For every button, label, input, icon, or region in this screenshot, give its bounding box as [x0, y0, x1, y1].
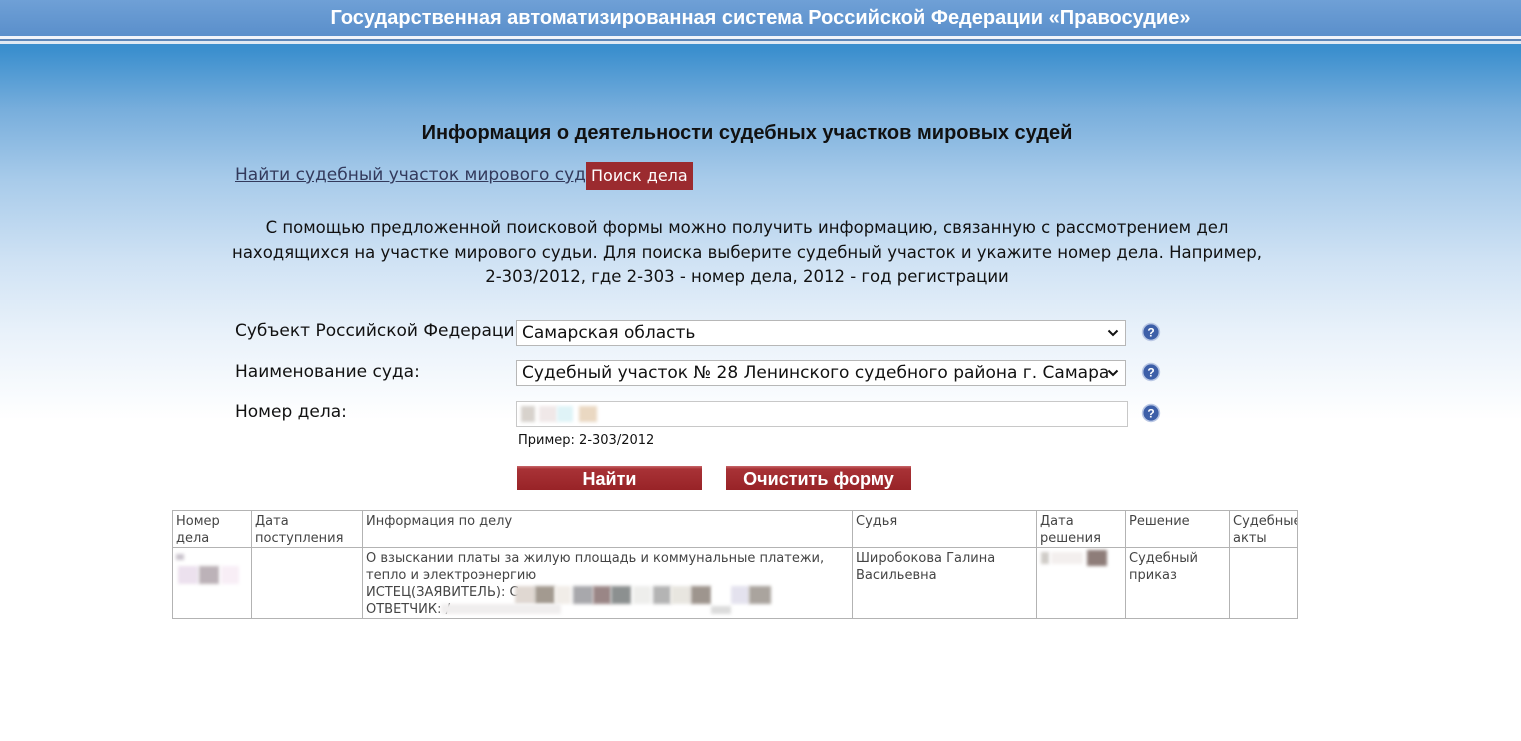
redacted-value [178, 566, 198, 584]
redacted-value [555, 586, 571, 604]
redacted-value [199, 566, 219, 584]
column-header-case-number[interactable]: Номер дела [172, 510, 252, 548]
clear-form-button[interactable]: Очистить форму [726, 466, 911, 490]
redacted-value [573, 586, 593, 604]
site-header: Государственная автоматизированная систе… [0, 0, 1521, 36]
redacted-value [691, 586, 711, 604]
redacted-value [711, 606, 731, 614]
redacted-value [1087, 550, 1107, 566]
column-header-receipt-date[interactable]: Дата поступления [251, 510, 363, 548]
table-header-row: Номер дела Дата поступления Информация п… [172, 510, 1298, 548]
case-info-cell: О взыскании платы за жилую площадь и ком… [362, 547, 853, 619]
page-title: Информация о деятельности судебных участ… [421, 122, 1073, 144]
svg-text:?: ? [1147, 366, 1154, 380]
column-header-court-acts[interactable]: Судебные акты [1229, 510, 1298, 548]
redacted-value [515, 586, 535, 604]
redacted-value [176, 554, 184, 560]
court-acts-cell [1229, 547, 1298, 619]
svg-text:?: ? [1147, 407, 1154, 421]
redacted-value [579, 406, 597, 422]
case-number-label: Номер дела: [235, 402, 347, 422]
column-header-judge[interactable]: Судья [852, 510, 1037, 548]
region-label: Субъект Российской Федерации: [235, 321, 532, 341]
redacted-value [535, 586, 555, 604]
decision-date-cell [1036, 547, 1126, 619]
help-question-icon[interactable]: ? [1141, 362, 1161, 382]
redacted-value [1041, 552, 1049, 564]
region-select[interactable]: Самарская область [516, 320, 1126, 346]
court-label: Наименование суда: [235, 362, 420, 382]
redacted-value [221, 566, 239, 584]
search-button[interactable]: Найти [517, 466, 702, 490]
receipt-date-cell [251, 547, 363, 619]
redacted-value [539, 406, 557, 422]
help-question-icon[interactable]: ? [1141, 322, 1161, 342]
redacted-value [731, 586, 749, 604]
redacted-value [671, 586, 691, 604]
chevron-down-icon [1107, 329, 1119, 337]
find-court-link[interactable]: Найти судебный участок мирового судьи [235, 165, 607, 185]
decision-cell: Судебный приказ [1125, 547, 1230, 619]
redacted-value [1051, 552, 1083, 564]
redacted-value [713, 586, 729, 604]
redacted-value [633, 586, 651, 604]
case-subject: О взыскании платы за жилую площадь и ком… [366, 551, 825, 583]
redacted-value [441, 604, 561, 614]
redacted-value [653, 586, 671, 604]
redacted-value [749, 586, 771, 604]
case-number-example: Пример: 2-303/2012 [518, 433, 655, 448]
redacted-value [611, 586, 631, 604]
judge-cell: Широбокова Галина Васильевна [852, 547, 1037, 619]
column-header-decision-date[interactable]: Дата решения [1036, 510, 1126, 548]
results-table: Номер дела Дата поступления Информация п… [172, 510, 1298, 619]
column-header-case-info[interactable]: Информация по делу [362, 510, 853, 548]
table-row: О взыскании платы за жилую площадь и ком… [172, 547, 1298, 619]
court-select-value: Судебный участок № 28 Ленинского судебно… [522, 363, 1110, 383]
intro-text: С помощью предложенной поисковой формы м… [232, 218, 1262, 286]
case-search-tab[interactable]: Поиск дела [586, 162, 693, 190]
help-question-icon[interactable]: ? [1141, 403, 1161, 423]
header-divider [0, 41, 1521, 44]
region-select-value: Самарская область [522, 323, 696, 343]
column-header-decision[interactable]: Решение [1125, 510, 1230, 548]
redacted-value [557, 406, 573, 422]
case-number-cell[interactable] [172, 547, 252, 619]
chevron-down-icon [1107, 369, 1119, 377]
redacted-value [593, 586, 611, 604]
case-number-input[interactable] [516, 401, 1128, 427]
redacted-value [521, 406, 535, 422]
svg-text:?: ? [1147, 326, 1154, 340]
page: Государственная автоматизированная систе… [0, 0, 1521, 741]
court-select[interactable]: Судебный участок № 28 Ленинского судебно… [516, 360, 1126, 386]
